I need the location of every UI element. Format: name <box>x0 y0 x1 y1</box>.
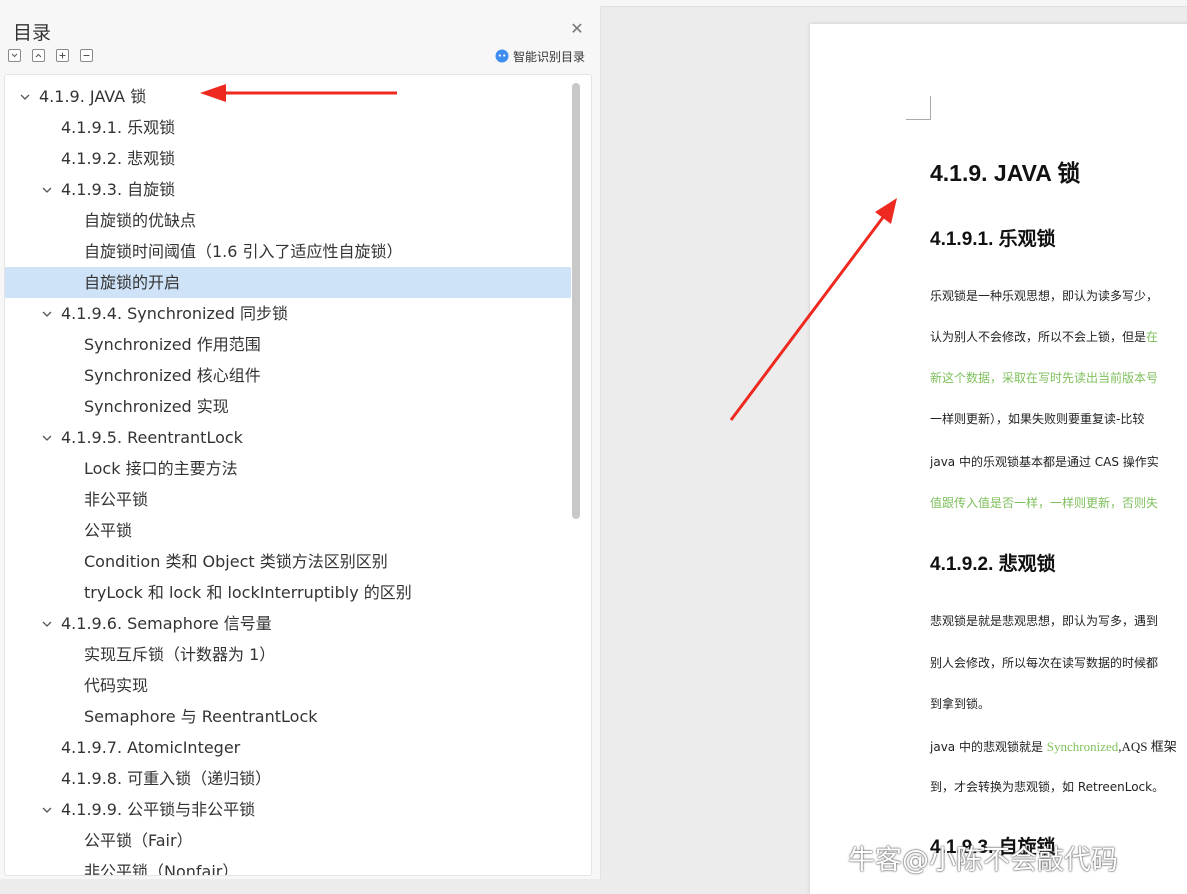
arrow-left-annotation <box>200 84 397 102</box>
arrow-diagonal-annotation <box>729 198 897 421</box>
annotation-arrows <box>200 84 897 421</box>
